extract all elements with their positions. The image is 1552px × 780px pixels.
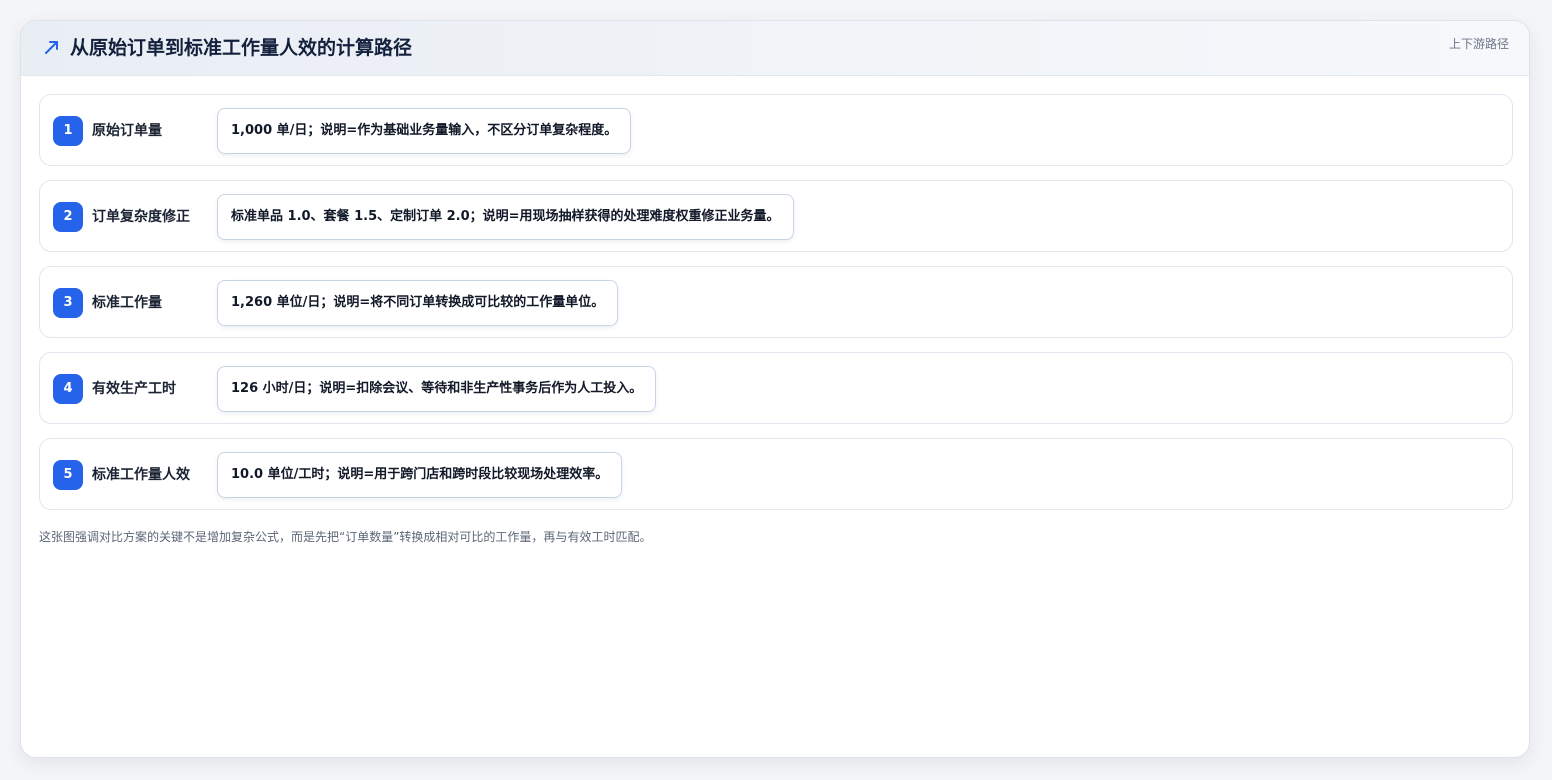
step-number-badge: 1	[53, 116, 83, 146]
step-description: 标准单品 1.0、套餐 1.5、定制订单 2.0；说明=用现场抽样获得的处理难度…	[217, 194, 794, 240]
step-row: 3 标准工作量 1,260 单位/日；说明=将不同订单转换成可比较的工作量单位。	[39, 266, 1513, 338]
step-label: 标准工作量人效	[92, 467, 190, 483]
step-number-badge: 2	[53, 202, 83, 232]
step-row: 5 标准工作量人效 10.0 单位/工时；说明=用于跨门店和跨时段比较现场处理效…	[39, 438, 1513, 510]
page-title: 从原始订单到标准工作量人效的计算路径	[70, 37, 413, 59]
step-number-badge: 3	[53, 288, 83, 318]
path-type-tag: 上下游路径	[1448, 37, 1509, 51]
step-description: 126 小时/日；说明=扣除会议、等待和非生产性事务后作为人工投入。	[217, 366, 657, 412]
step-row: 4 有效生产工时 126 小时/日；说明=扣除会议、等待和非生产性事务后作为人工…	[39, 352, 1513, 424]
step-description: 1,260 单位/日；说明=将不同订单转换成可比较的工作量单位。	[217, 280, 619, 326]
path-card: 从原始订单到标准工作量人效的计算路径 上下游路径 1 原始订单量 1,000 单…	[20, 20, 1530, 758]
step-number-badge: 4	[53, 374, 83, 404]
step-label: 有效生产工时	[92, 381, 176, 397]
step-row: 1 原始订单量 1,000 单/日；说明=作为基础业务量输入，不区分订单复杂程度…	[39, 94, 1513, 166]
step-label: 原始订单量	[92, 123, 162, 139]
step-description: 1,000 单/日；说明=作为基础业务量输入，不区分订单复杂程度。	[217, 108, 632, 154]
step-number-badge: 5	[53, 460, 83, 490]
footnote: 这张图强调对比方案的关键不是增加复杂公式，而是先把“订单数量”转换成相对可比的工…	[39, 530, 652, 544]
step-description: 10.0 单位/工时；说明=用于跨门店和跨时段比较现场处理效率。	[217, 452, 623, 498]
step-list: 1 原始订单量 1,000 单/日；说明=作为基础业务量输入，不区分订单复杂程度…	[39, 94, 1513, 524]
trend-up-arrow-icon	[45, 41, 58, 54]
step-row: 2 订单复杂度修正 标准单品 1.0、套餐 1.5、定制订单 2.0；说明=用现…	[39, 180, 1513, 252]
step-label: 订单复杂度修正	[92, 209, 190, 225]
card-header: 从原始订单到标准工作量人效的计算路径 上下游路径	[21, 21, 1529, 76]
step-label: 标准工作量	[92, 295, 162, 311]
